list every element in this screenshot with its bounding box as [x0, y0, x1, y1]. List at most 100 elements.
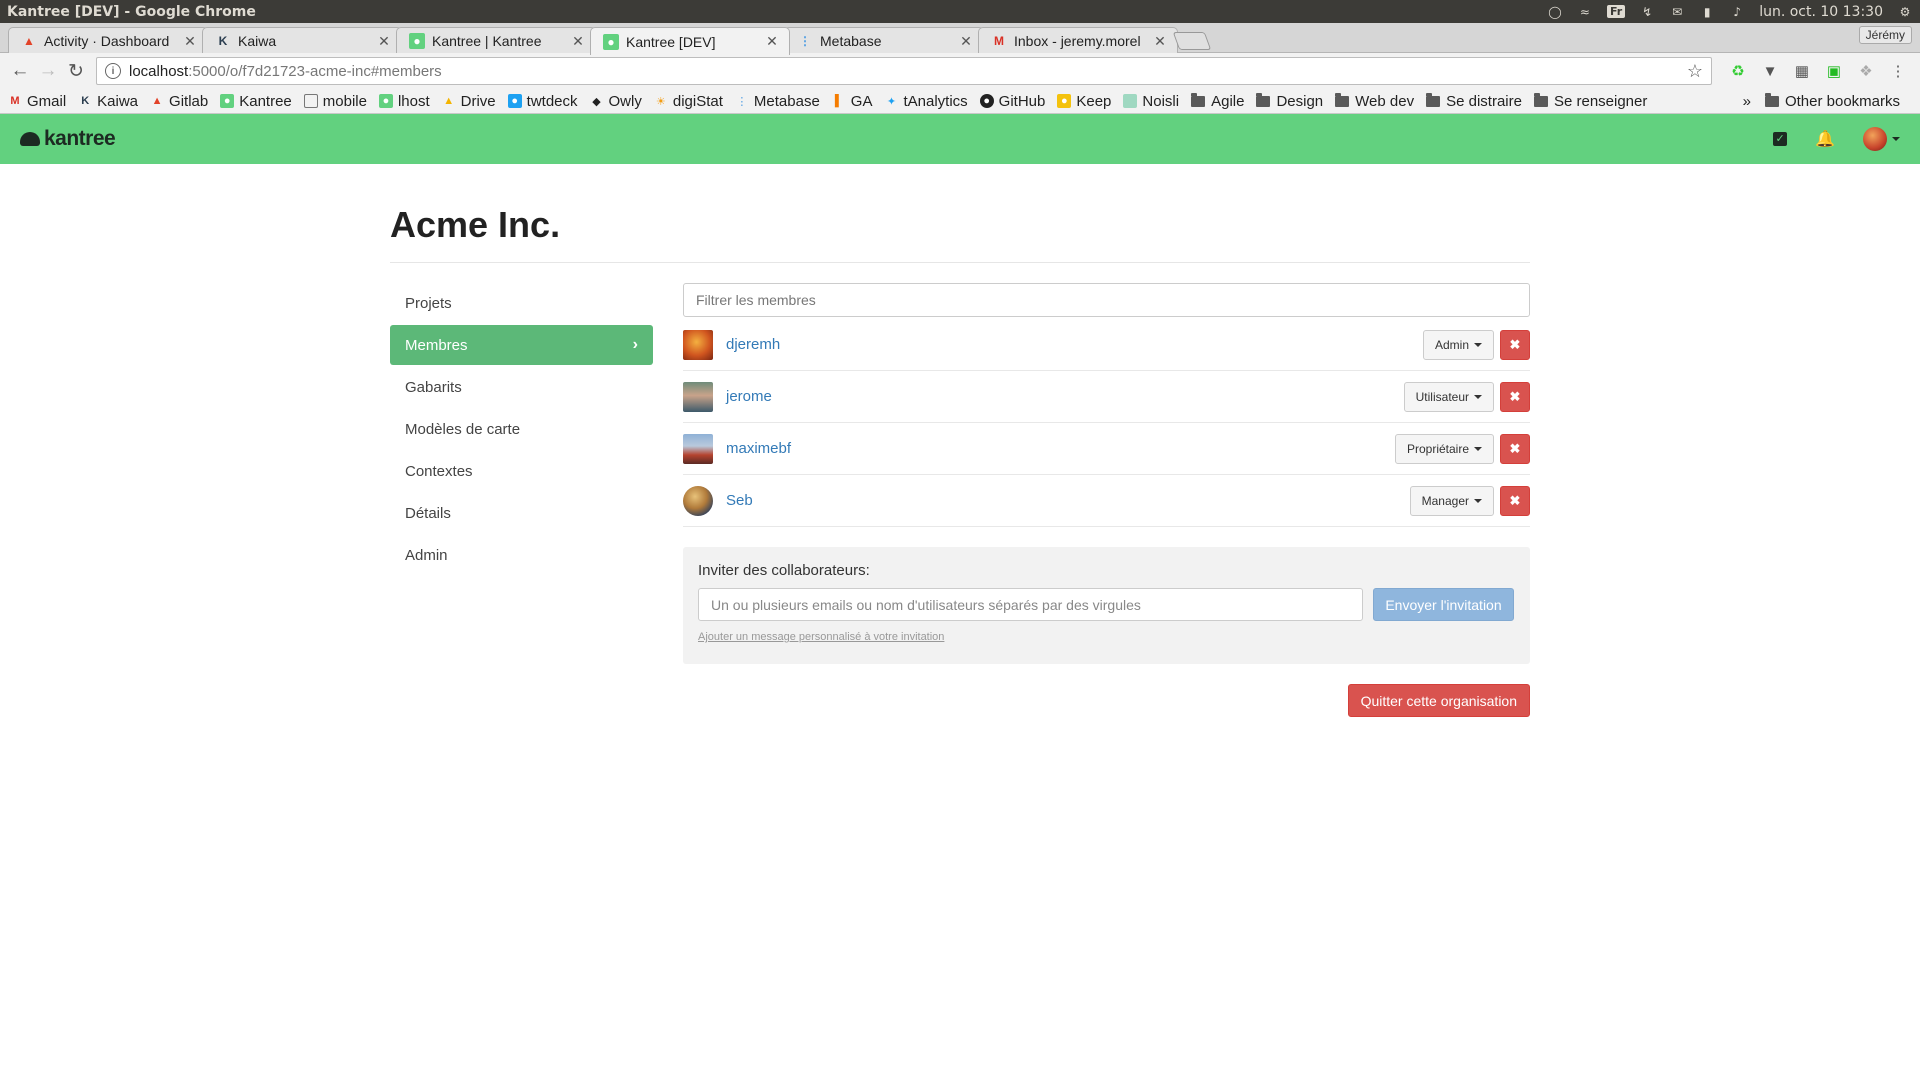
bookmark-drive[interactable]: ▲ Drive [442, 93, 495, 110]
bookmark-lhost[interactable]: ● lhost [378, 93, 430, 110]
role-dropdown[interactable]: Propriétaire [1394, 433, 1494, 464]
member-username-link[interactable]: maximebf [726, 440, 791, 457]
address-bar[interactable]: i localhost :5000/o/f7d21723-acme-inc#me… [96, 57, 1712, 85]
bookmark-folder-design[interactable]: Design [1256, 92, 1323, 110]
bookmark-gitlab[interactable]: ▲ Gitlab [150, 93, 209, 110]
bookmark-kaiwa[interactable]: K Kaiwa [78, 93, 138, 110]
bookmarks-overflow-chevron[interactable]: » [1743, 93, 1751, 110]
user-menu[interactable] [1863, 127, 1900, 151]
members-panel: djeremh Admin ✖ jerome Utilisateur ✖ max… [683, 283, 1530, 717]
extension-square-icon[interactable]: ▣ [1824, 61, 1844, 81]
side-nav-contextes[interactable]: Contextes [390, 451, 653, 491]
tab-inbox[interactable]: M Inbox - jeremy.morel ✕ [978, 27, 1178, 54]
extension-green-icon[interactable]: ♻ [1728, 61, 1748, 81]
bookmark-folder-web-dev[interactable]: Web dev [1335, 92, 1414, 110]
side-nav-membres[interactable]: Membres › [390, 325, 653, 365]
volume-icon[interactable]: ♪ [1729, 5, 1745, 19]
notifications-bell-icon[interactable]: 🔔 [1815, 129, 1835, 149]
leave-organization-button[interactable]: Quitter cette organisation [1347, 684, 1530, 717]
member-list: djeremh Admin ✖ jerome Utilisateur ✖ max… [683, 319, 1530, 527]
site-info-icon[interactable]: i [105, 63, 121, 79]
remove-member-button[interactable]: ✖ [1500, 381, 1530, 412]
clock[interactable]: lun. oct. 10 13:30 [1759, 4, 1883, 20]
side-nav-projets[interactable]: Projets [390, 283, 653, 323]
role-dropdown[interactable]: Admin [1422, 329, 1494, 360]
avatar [683, 433, 713, 464]
remove-member-button[interactable]: ✖ [1500, 329, 1530, 360]
other-bookmarks-folder[interactable]: Other bookmarks [1764, 92, 1900, 110]
close-tab-icon[interactable]: ✕ [1153, 33, 1167, 50]
extension-badge-icon[interactable]: ▦ [1792, 61, 1812, 81]
side-nav-admin[interactable]: Admin [390, 535, 653, 575]
bookmark-folder-se-renseigner[interactable]: Se renseigner [1533, 92, 1647, 110]
bookmark-metabase[interactable]: ⋮ Metabase [735, 93, 819, 110]
send-invitation-button[interactable]: Envoyer l'invitation [1373, 588, 1514, 621]
remove-member-button[interactable]: ✖ [1500, 485, 1530, 516]
side-nav-modeles-de-carte[interactable]: Modèles de carte [390, 409, 653, 449]
twitter-icon: ✦ [886, 95, 897, 108]
back-arrow-icon[interactable]: ← [6, 57, 34, 85]
kantree-logo[interactable]: kantree [20, 127, 116, 151]
close-tab-icon[interactable]: ✕ [377, 33, 391, 50]
remove-member-button[interactable]: ✖ [1500, 433, 1530, 464]
bookmark-owly[interactable]: ◆ Owly [590, 93, 642, 110]
dropbox-icon[interactable]: ❖ [1856, 61, 1876, 81]
browser-toolbar: ← → ↻ i localhost :5000/o/f7d21723-acme-… [0, 53, 1920, 89]
add-custom-message-link[interactable]: Ajouter un message personnalisé à votre … [698, 631, 1515, 643]
profile-button[interactable]: Jérémy [1858, 26, 1912, 44]
bookmark-noisli[interactable]: Noisli [1123, 93, 1179, 110]
settings-gear-icon[interactable]: ⚙ [1897, 5, 1913, 19]
mail-icon[interactable]: ✉ [1669, 5, 1685, 19]
tab-label: Activity · Dashboard [44, 33, 170, 49]
tab-kaiwa[interactable]: K Kaiwa ✕ [202, 27, 402, 54]
gmail-icon: M [994, 34, 1004, 48]
close-tab-icon[interactable]: ✕ [183, 33, 197, 50]
bookmark-digistat[interactable]: ☀ digiStat [654, 93, 723, 110]
bookmark-github[interactable]: ● GitHub [979, 93, 1045, 110]
new-tab-button[interactable] [1172, 32, 1212, 50]
close-tab-icon[interactable]: ✕ [571, 33, 585, 50]
forward-arrow-icon[interactable]: → [34, 57, 62, 85]
tab-kantree[interactable]: ● Kantree | Kantree ✕ [396, 27, 596, 54]
tasks-check-icon[interactable]: ✓ [1773, 132, 1788, 146]
lightbulb-icon[interactable]: ◯ [1547, 5, 1563, 19]
member-filter-input[interactable] [683, 283, 1530, 317]
side-nav-details[interactable]: Détails [390, 493, 653, 533]
divider [390, 262, 1530, 263]
tab-kantree-dev[interactable]: ● Kantree [DEV] ✕ [590, 27, 790, 55]
member-username-link[interactable]: djeremh [726, 336, 780, 353]
pocket-icon[interactable]: ▼ [1760, 61, 1780, 81]
invite-emails-input[interactable] [698, 588, 1363, 621]
bookmark-folder-se-distraire[interactable]: Se distraire [1426, 92, 1522, 110]
avatar [683, 381, 713, 412]
bookmark-keep[interactable]: ● Keep [1057, 93, 1111, 110]
folder-icon [1335, 92, 1350, 107]
tab-metabase[interactable]: ⋮ Metabase ✕ [784, 27, 984, 54]
kantree-icon: ● [603, 33, 619, 50]
member-username-link[interactable]: Seb [726, 492, 753, 509]
bookmark-ga[interactable]: ▌ GA [832, 93, 873, 110]
role-dropdown[interactable]: Utilisateur [1403, 381, 1494, 412]
bookmark-mobile[interactable]: mobile [303, 93, 367, 110]
bookmark-folder-agile[interactable]: Agile [1191, 92, 1244, 110]
bluetooth-icon[interactable]: ↯ [1639, 5, 1655, 19]
bookmark-tanalytics[interactable]: ✦ tAnalytics [884, 93, 968, 110]
close-icon: ✖ [1509, 492, 1521, 508]
tab-activity-dashboard[interactable]: ▲ Activity · Dashboard ✕ [8, 27, 208, 54]
bookmark-kantree[interactable]: ● Kantree [220, 93, 292, 110]
close-tab-icon[interactable]: ✕ [765, 33, 779, 50]
bookmark-gmail[interactable]: M Gmail [8, 93, 66, 110]
role-dropdown[interactable]: Manager [1409, 485, 1494, 516]
reload-icon[interactable]: ↻ [62, 57, 90, 85]
close-icon: ✖ [1509, 336, 1521, 352]
bookmark-twtdeck[interactable]: ● twtdeck [507, 93, 578, 110]
side-nav-gabarits[interactable]: Gabarits [390, 367, 653, 407]
bookmark-star-icon[interactable]: ☆ [1687, 61, 1703, 82]
member-username-link[interactable]: jerome [726, 388, 772, 405]
wifi-icon[interactable]: ≈ [1577, 5, 1593, 19]
chrome-menu-icon[interactable]: ⋮ [1888, 61, 1908, 81]
close-tab-icon[interactable]: ✕ [959, 33, 973, 50]
battery-icon[interactable]: ▮ [1699, 5, 1715, 19]
keyboard-layout-indicator[interactable]: Fr [1606, 5, 1626, 18]
folder-icon [1426, 92, 1441, 107]
